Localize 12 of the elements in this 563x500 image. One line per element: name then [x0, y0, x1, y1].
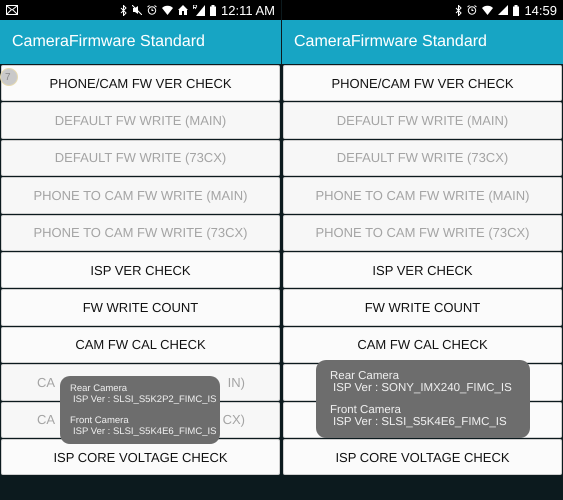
app-title: CameraFirmware Standard [12, 33, 205, 51]
status-time: 14:59 [524, 2, 557, 18]
camera-label: Front Camera [70, 415, 130, 426]
isp-version: ISP Ver : SLSI_S5K4E6_FIMC_IS [332, 416, 508, 428]
camera-label: Rear Camera [330, 370, 400, 382]
camera-label: Front Camera [330, 404, 402, 416]
isp-version: ISP Ver : SLSI_S5K4E6_FIMC_IS [72, 426, 216, 437]
isp-version: ISP Ver : SONY_IMX240_FIMC_IS [332, 382, 513, 394]
app-title: CameraFirmware Standard [294, 33, 487, 51]
status-time: 12:11 AM [221, 2, 275, 18]
camera-label: Rear Camera [70, 383, 128, 394]
isp-version: ISP Ver : SLSI_S5K2P2_FIMC_IS [72, 394, 216, 405]
